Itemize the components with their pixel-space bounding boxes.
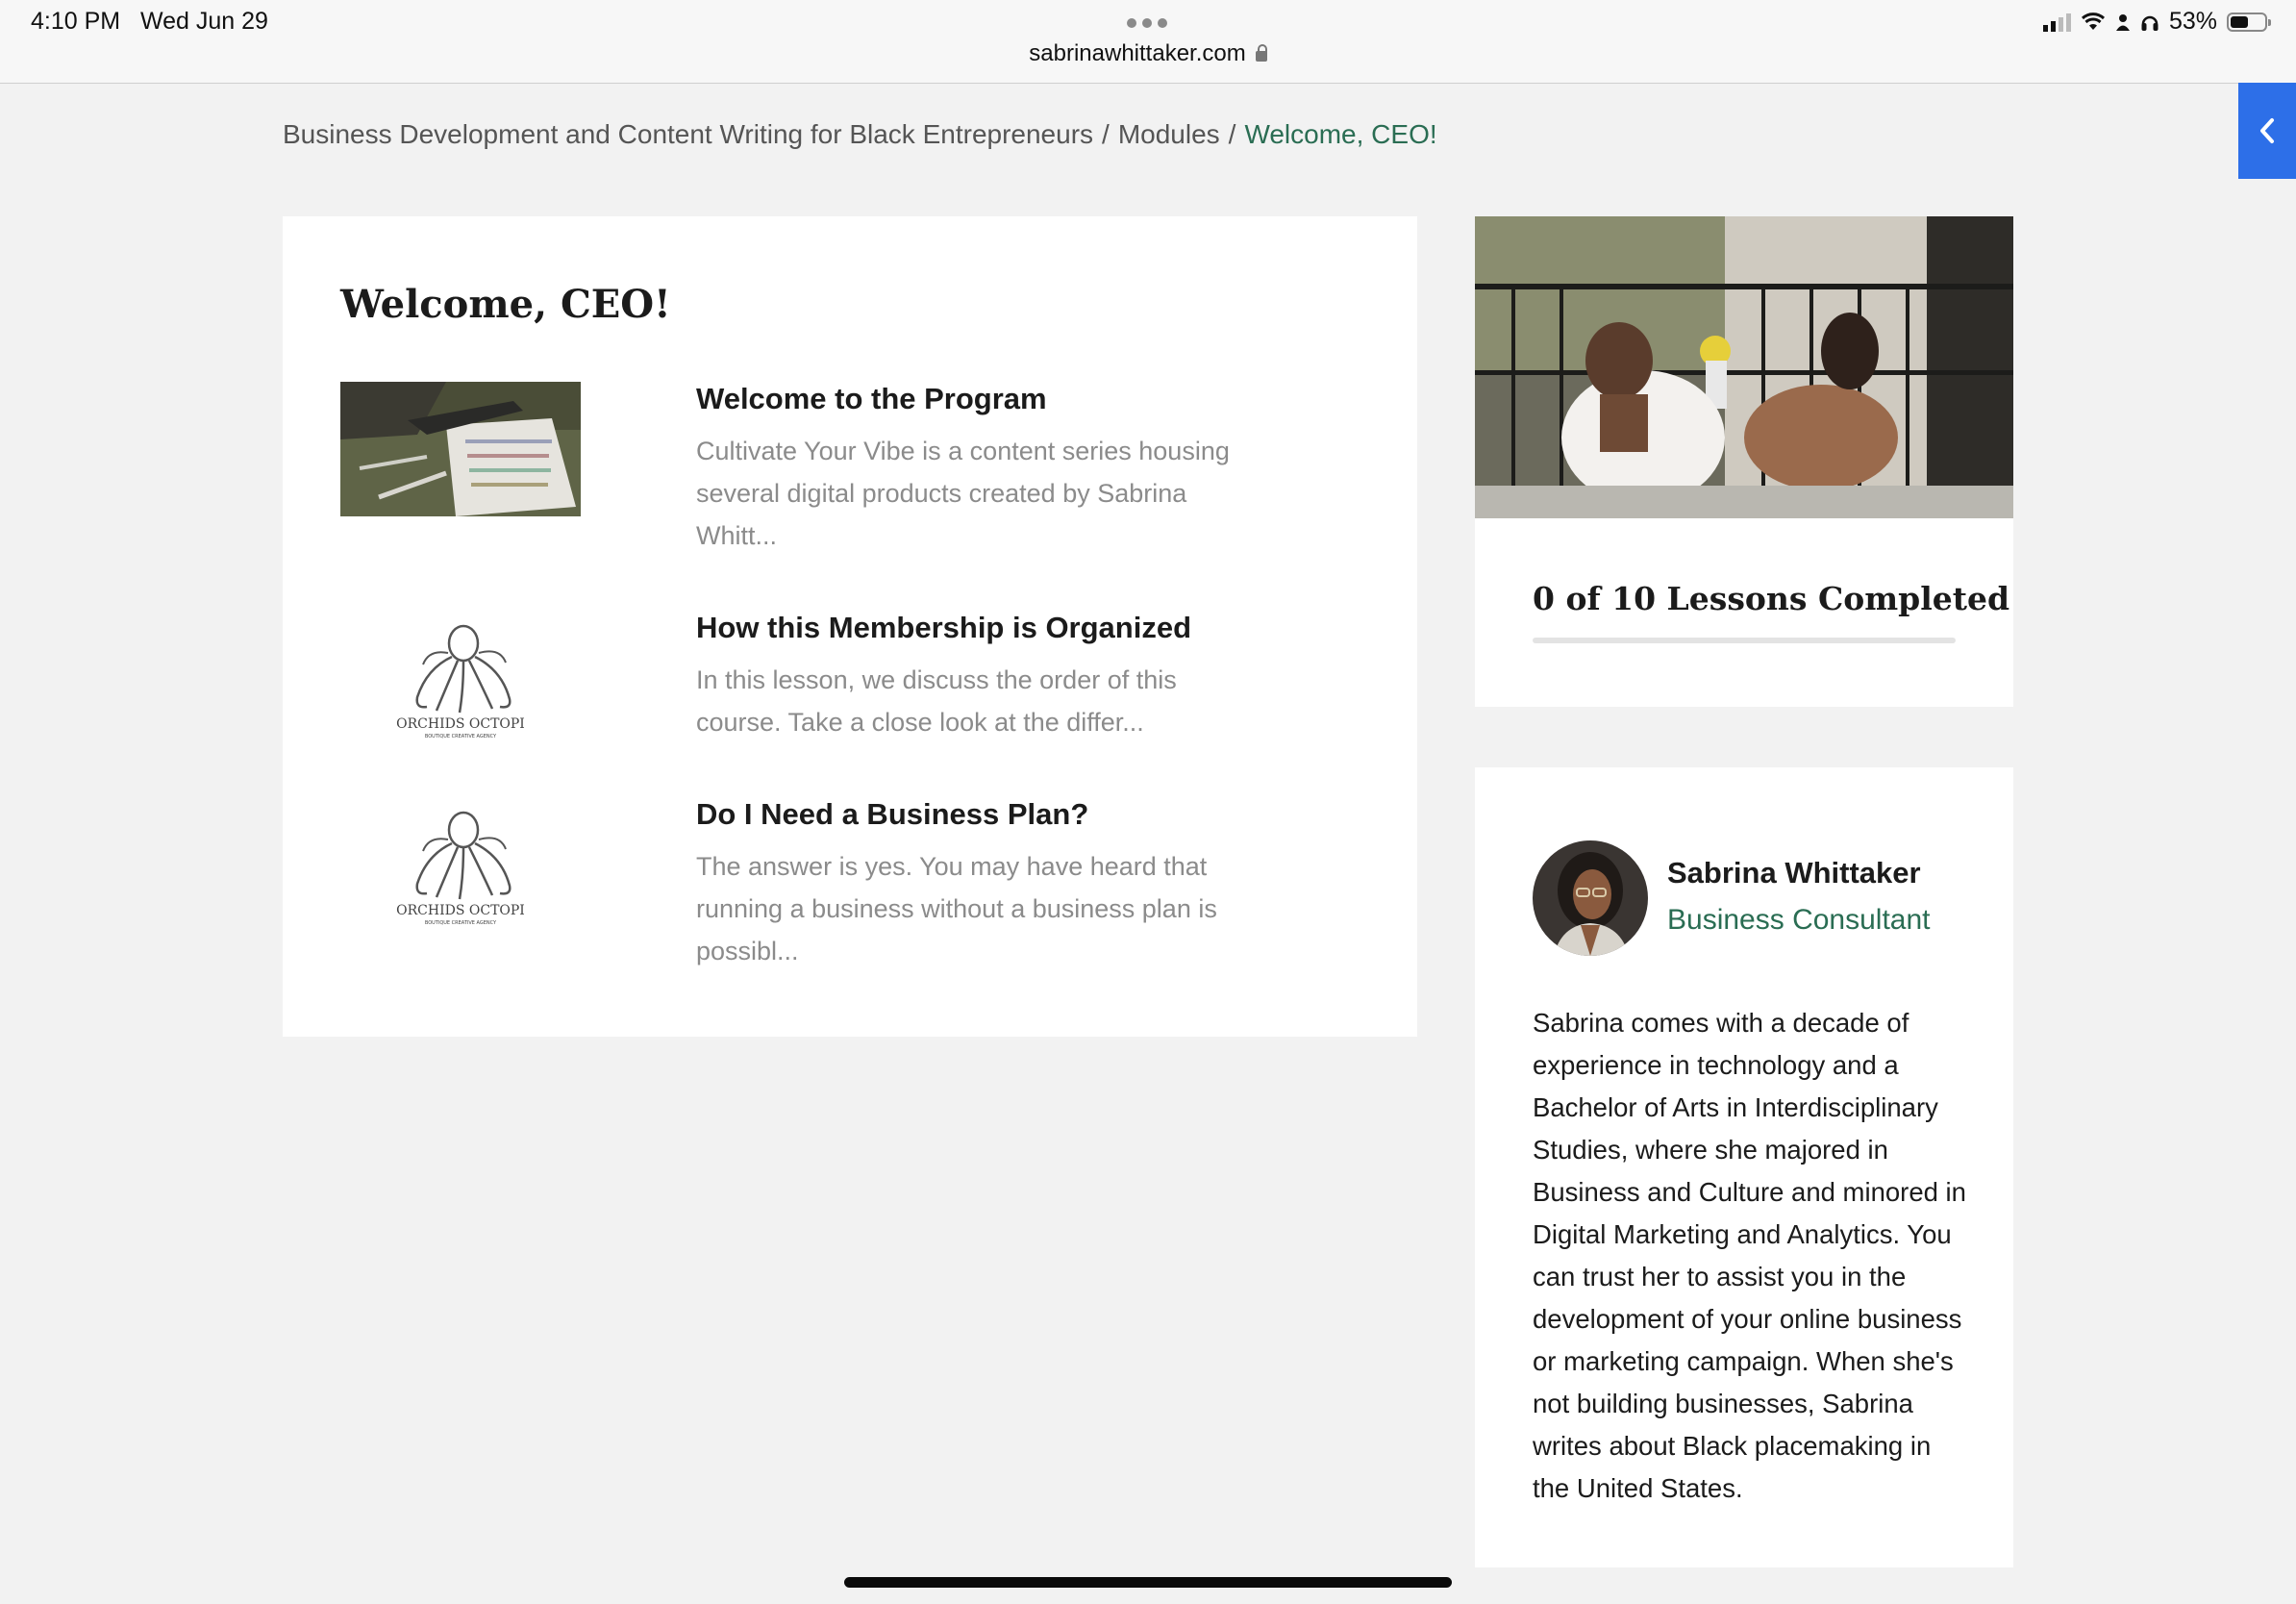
person-icon	[2115, 13, 2130, 31]
author-name: Sabrina Whittaker	[1667, 856, 1921, 890]
breadcrumb: Business Development and Content Writing…	[283, 119, 1437, 150]
home-indicator[interactable]	[844, 1577, 1452, 1588]
lesson-excerpt: In this lesson, we discuss the order of …	[696, 665, 1177, 737]
lesson-thumbnail[interactable]: ORCHIDS OCTOPI BOUTIQUE CREATIVE AGENCY	[340, 797, 581, 932]
svg-text:BOUTIQUE CREATIVE AGENCY: BOUTIQUE CREATIVE AGENCY	[425, 920, 497, 926]
status-time: 4:10 PM	[31, 8, 121, 35]
url-text: sabrinawhittaker.com	[1029, 40, 1246, 66]
status-date: Wed Jun 29	[140, 8, 268, 35]
lesson-thumbnail[interactable]	[340, 382, 581, 516]
headphones-icon	[2141, 15, 2159, 31]
status-indicators: 53%	[2042, 8, 2271, 36]
breadcrumb-current: Welcome, CEO!	[1244, 119, 1437, 149]
lesson-title[interactable]: Do I Need a Business Plan?	[696, 797, 1088, 832]
breadcrumb-course-link[interactable]: Business Development and Content Writing…	[283, 119, 1093, 149]
progress-bar	[1533, 638, 1956, 643]
module-card: Welcome, CEO! Welcome to the Program Cul…	[283, 216, 1417, 1037]
browser-status-bar: 4:10 PM Wed Jun 29 sabrinawhittaker.com …	[0, 0, 2296, 84]
lock-icon	[1255, 44, 1267, 62]
octopus-logo: ORCHIDS OCTOPI BOUTIQUE CREATIVE AGENCY	[340, 611, 581, 745]
battery-percent: 53%	[2168, 8, 2217, 35]
breadcrumb-separator: /	[1102, 119, 1110, 149]
progress-label: 0 of 10 Lessons Completed	[1533, 580, 2010, 617]
multitasking-dots-icon[interactable]	[1127, 18, 1167, 28]
lesson-title[interactable]: How this Membership is Organized	[696, 611, 1191, 645]
author-role: Business Consultant	[1667, 904, 1931, 936]
author-card: Sabrina Whittaker Business Consultant Sa…	[1475, 767, 2013, 1567]
svg-text:BOUTIQUE CREATIVE AGENCY: BOUTIQUE CREATIVE AGENCY	[425, 734, 497, 739]
svg-text:ORCHIDS OCTOPI: ORCHIDS OCTOPI	[396, 903, 525, 918]
cellular-signal-icon	[2042, 13, 2071, 32]
wifi-icon	[2081, 12, 2105, 30]
breadcrumb-modules-link[interactable]: Modules	[1118, 119, 1220, 149]
progress-card: 0 of 10 Lessons Completed	[1475, 216, 2013, 707]
lesson-excerpt: Cultivate Your Vibe is a content series …	[696, 437, 1230, 550]
avatar	[1533, 840, 1648, 956]
author-bio: Sabrina comes with a decade of experienc…	[1533, 1008, 1966, 1503]
collapse-sidebar-button[interactable]	[2238, 83, 2296, 179]
octopus-logo: ORCHIDS OCTOPI BOUTIQUE CREATIVE AGENCY	[340, 797, 581, 932]
svg-text:ORCHIDS OCTOPI: ORCHIDS OCTOPI	[396, 716, 525, 732]
course-cover-image	[1475, 216, 2013, 518]
lesson-excerpt: The answer is yes. You may have heard th…	[696, 852, 1217, 965]
lesson-title[interactable]: Welcome to the Program	[696, 382, 1047, 416]
chevron-left-icon	[2260, 118, 2274, 143]
battery-icon	[2227, 12, 2271, 32]
module-title: Welcome, CEO!	[340, 282, 671, 327]
breadcrumb-separator: /	[1228, 119, 1236, 149]
address-bar[interactable]: sabrinawhittaker.com	[0, 40, 2296, 67]
lesson-thumbnail[interactable]: ORCHIDS OCTOPI BOUTIQUE CREATIVE AGENCY	[340, 611, 581, 745]
